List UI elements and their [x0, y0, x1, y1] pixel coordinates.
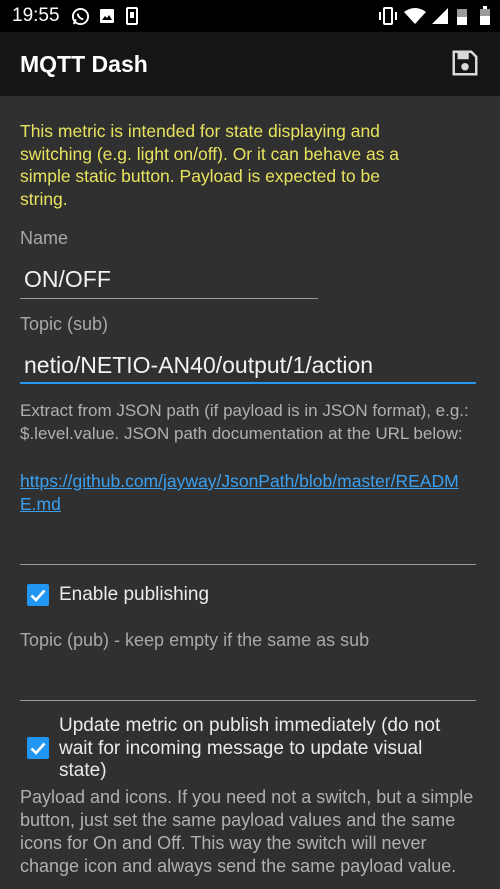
- name-underline: [20, 298, 318, 299]
- checkbox-checked-icon: [27, 737, 49, 759]
- json-path-field[interactable]: [20, 536, 476, 566]
- wifi-icon: [404, 8, 426, 24]
- sim-icon: [126, 7, 138, 25]
- topic-pub-underline: [20, 700, 476, 701]
- status-time: 19:55: [12, 5, 60, 26]
- json-path-help: Extract from JSON path (if payload is in…: [20, 401, 469, 443]
- app-title: MQTT Dash: [20, 51, 148, 77]
- checkbox-checked-icon: [27, 584, 49, 606]
- battery-icon: [480, 6, 490, 25]
- topic-sub-label: Topic (sub): [20, 314, 109, 334]
- name-field[interactable]: ON/OFF: [20, 258, 318, 300]
- update-immediately-checkbox[interactable]: Update metric on publish immediately (do…: [27, 715, 477, 785]
- save-icon[interactable]: [450, 48, 480, 78]
- json-path-underline: [20, 564, 476, 565]
- topic-pub-label: Topic (pub) - keep empty if the same as …: [20, 630, 370, 650]
- image-icon: [100, 9, 114, 23]
- enable-publishing-checkbox[interactable]: Enable publishing: [27, 584, 247, 610]
- app-bar: MQTT Dash: [0, 32, 500, 96]
- signal-icon: [432, 8, 448, 24]
- name-label: Name: [20, 228, 69, 248]
- metric-form: This metric is intended for state displa…: [0, 96, 500, 889]
- topic-pub-field[interactable]: [20, 672, 476, 702]
- status-bar: 19:55: [0, 0, 500, 32]
- enable-publishing-label: Enable publishing: [59, 584, 210, 605]
- whatsapp-icon: [71, 7, 90, 26]
- intro-text: This metric is intended for state displa…: [20, 121, 400, 209]
- signal-icon-2: [457, 9, 467, 25]
- update-immediately-label: Update metric on publish immediately (do…: [59, 715, 441, 781]
- json-path-doc-link[interactable]: https://github.com/jayway/JsonPath/blob/…: [20, 470, 460, 516]
- topic-sub-underline: [20, 382, 476, 384]
- payload-icons-help: Payload and icons. If you need not a swi…: [20, 787, 474, 876]
- topic-sub-field[interactable]: netio/NETIO-AN40/output/1/action: [20, 344, 476, 386]
- topic-sub-value: netio/NETIO-AN40/output/1/action: [24, 352, 374, 378]
- name-value: ON/OFF: [24, 266, 111, 292]
- vibrate-icon: [379, 7, 397, 25]
